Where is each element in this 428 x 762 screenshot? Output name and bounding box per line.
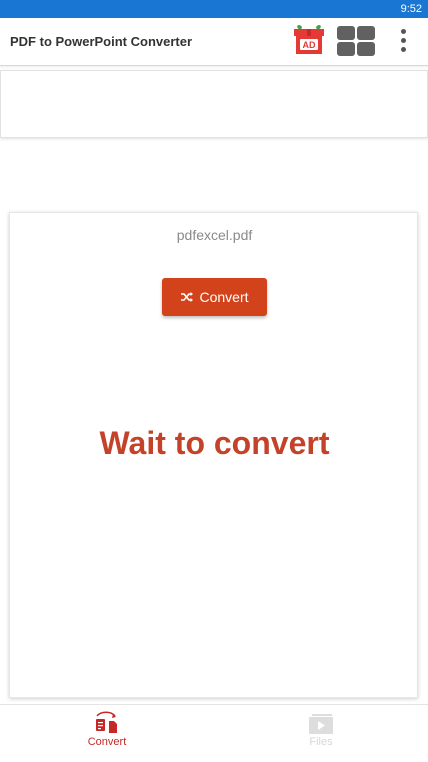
convert-button[interactable]: Convert bbox=[162, 278, 267, 316]
tab-convert-label: Convert bbox=[87, 736, 127, 748]
app-title: PDF to PowerPoint Converter bbox=[10, 34, 193, 49]
status-time: 9:52 bbox=[400, 3, 422, 15]
more-vert-icon bbox=[401, 29, 406, 34]
grid-view-button[interactable] bbox=[336, 25, 376, 57]
convert-button-label: Convert bbox=[199, 289, 249, 305]
grid-icon bbox=[337, 26, 355, 40]
status-message: Wait to convert bbox=[99, 425, 330, 461]
ad-label: AD bbox=[303, 40, 316, 50]
files-play-icon bbox=[309, 714, 333, 734]
bottom-navigation: Convert Files bbox=[0, 704, 428, 762]
tab-files-label: Files bbox=[309, 736, 333, 748]
file-name: pdfexcel.pdf bbox=[176, 227, 253, 243]
tab-convert[interactable]: Convert bbox=[0, 705, 214, 762]
shuffle-icon bbox=[181, 292, 194, 302]
conversion-card: pdfexcel.pdf Convert Wait to convert bbox=[9, 212, 418, 698]
convert-files-icon bbox=[96, 711, 117, 733]
ad-gift-icon[interactable]: AD bbox=[291, 21, 327, 57]
banner-ad-area bbox=[0, 70, 428, 138]
app-bar: PDF to PowerPoint Converter AD bbox=[0, 18, 428, 66]
status-bar: 9:52 bbox=[0, 0, 428, 18]
tab-files[interactable]: Files bbox=[214, 705, 428, 762]
more-options-button[interactable] bbox=[393, 27, 415, 55]
